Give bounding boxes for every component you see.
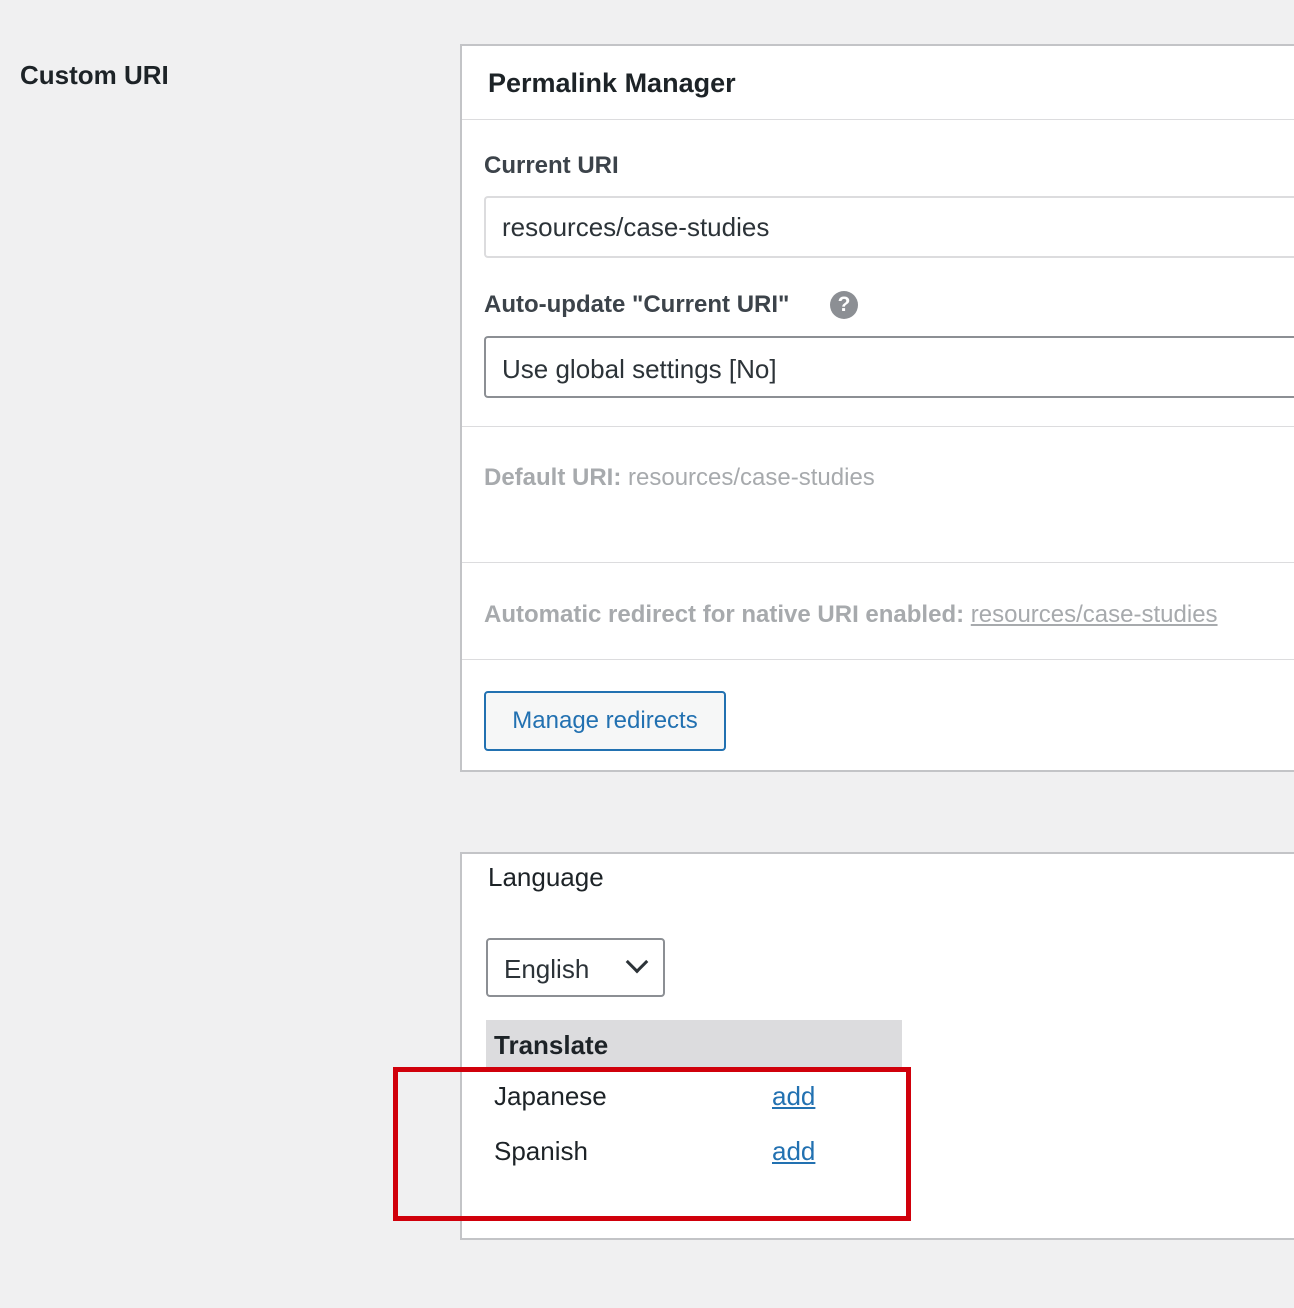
- default-uri-label: Default URI:: [484, 464, 622, 491]
- add-translation-link[interactable]: add: [772, 1136, 815, 1166]
- default-uri-value: resources/case-studies: [628, 464, 875, 491]
- language-title: Language: [488, 862, 604, 892]
- default-uri-line: Default URI: resources/case-studies: [484, 464, 875, 492]
- redirect-uri-link[interactable]: resources/case-studies: [971, 601, 1218, 628]
- manage-redirects-button[interactable]: Manage redirects: [484, 691, 726, 751]
- auto-update-selected-value: Use global settings [No]: [502, 354, 777, 384]
- permalink-manager-panel: Permalink Manager Current URI Auto-updat…: [460, 44, 1294, 772]
- auto-update-label: Auto-update "Current URI": [484, 291, 790, 318]
- chevron-down-icon: [625, 950, 649, 974]
- current-uri-label: Current URI: [484, 152, 619, 179]
- translate-language-name: Spanish: [494, 1136, 588, 1166]
- translate-row-spanish: Spanish add: [486, 1124, 902, 1179]
- divider: [462, 659, 1294, 660]
- custom-uri-label: Custom URI: [20, 60, 169, 90]
- redirect-line: Automatic redirect for native URI enable…: [484, 601, 1218, 629]
- translate-table: Translate Japanese add Spanish add: [486, 1020, 902, 1179]
- add-translation-link[interactable]: add: [772, 1081, 815, 1111]
- auto-update-select[interactable]: Use global settings [No]: [484, 336, 1294, 398]
- language-select[interactable]: English: [486, 938, 665, 997]
- redirect-label: Automatic redirect for native URI enable…: [484, 601, 965, 628]
- language-panel: Language English Translate Japanese add …: [460, 852, 1294, 1240]
- translate-language-name: Japanese: [494, 1081, 607, 1111]
- current-uri-input[interactable]: [484, 196, 1294, 258]
- help-icon[interactable]: ?: [830, 291, 858, 319]
- language-selected-value: English: [504, 954, 590, 984]
- permalink-manager-title: Permalink Manager: [462, 46, 1294, 120]
- divider: [462, 426, 1294, 427]
- translate-header: Translate: [486, 1020, 902, 1069]
- divider: [462, 562, 1294, 563]
- translate-row-japanese: Japanese add: [486, 1069, 902, 1124]
